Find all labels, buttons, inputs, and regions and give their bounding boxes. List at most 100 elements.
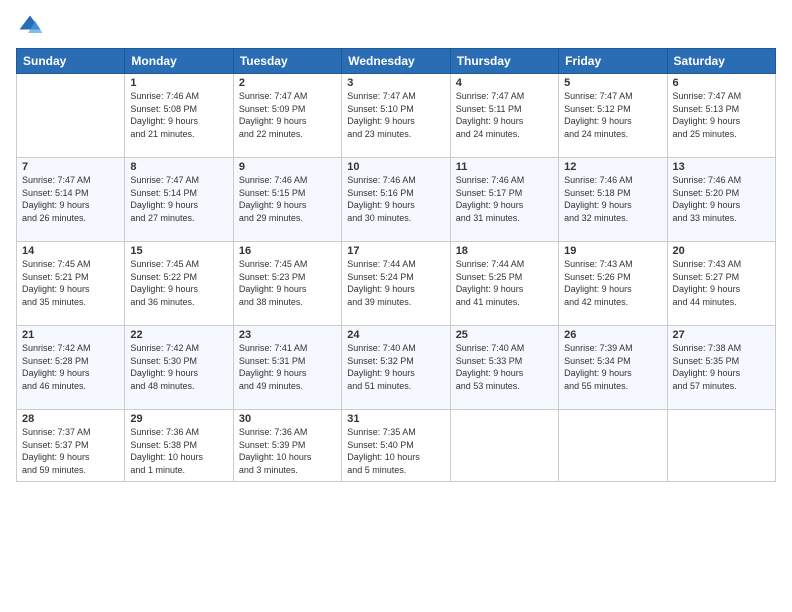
day-number: 28 (22, 413, 119, 425)
day-info: Sunrise: 7:42 AM Sunset: 5:28 PM Dayligh… (22, 342, 119, 392)
calendar-cell: 11Sunrise: 7:46 AM Sunset: 5:17 PM Dayli… (450, 158, 558, 242)
week-row-3: 14Sunrise: 7:45 AM Sunset: 5:21 PM Dayli… (17, 242, 776, 326)
day-number: 27 (673, 329, 770, 341)
day-info: Sunrise: 7:36 AM Sunset: 5:39 PM Dayligh… (239, 426, 336, 476)
day-info: Sunrise: 7:44 AM Sunset: 5:25 PM Dayligh… (456, 258, 553, 308)
day-number: 13 (673, 161, 770, 173)
day-number: 20 (673, 245, 770, 257)
calendar-cell: 15Sunrise: 7:45 AM Sunset: 5:22 PM Dayli… (125, 242, 233, 326)
day-number: 23 (239, 329, 336, 341)
day-number: 8 (130, 161, 227, 173)
calendar-cell: 10Sunrise: 7:46 AM Sunset: 5:16 PM Dayli… (342, 158, 450, 242)
day-info: Sunrise: 7:36 AM Sunset: 5:38 PM Dayligh… (130, 426, 227, 476)
day-number: 25 (456, 329, 553, 341)
day-info: Sunrise: 7:43 AM Sunset: 5:26 PM Dayligh… (564, 258, 661, 308)
day-number: 10 (347, 161, 444, 173)
calendar-cell: 4Sunrise: 7:47 AM Sunset: 5:11 PM Daylig… (450, 74, 558, 158)
logo-icon (16, 12, 44, 40)
day-number: 29 (130, 413, 227, 425)
day-info: Sunrise: 7:46 AM Sunset: 5:15 PM Dayligh… (239, 174, 336, 224)
calendar-cell: 2Sunrise: 7:47 AM Sunset: 5:09 PM Daylig… (233, 74, 341, 158)
calendar-cell: 22Sunrise: 7:42 AM Sunset: 5:30 PM Dayli… (125, 326, 233, 410)
day-info: Sunrise: 7:39 AM Sunset: 5:34 PM Dayligh… (564, 342, 661, 392)
calendar-cell: 21Sunrise: 7:42 AM Sunset: 5:28 PM Dayli… (17, 326, 125, 410)
day-info: Sunrise: 7:46 AM Sunset: 5:18 PM Dayligh… (564, 174, 661, 224)
day-number: 21 (22, 329, 119, 341)
logo (16, 12, 48, 40)
weekday-header-tuesday: Tuesday (233, 49, 341, 74)
calendar-table: SundayMondayTuesdayWednesdayThursdayFrid… (16, 48, 776, 482)
day-number: 1 (130, 77, 227, 89)
calendar-cell (559, 410, 667, 482)
calendar-page: SundayMondayTuesdayWednesdayThursdayFrid… (0, 0, 792, 612)
calendar-cell: 28Sunrise: 7:37 AM Sunset: 5:37 PM Dayli… (17, 410, 125, 482)
weekday-header-thursday: Thursday (450, 49, 558, 74)
day-number: 2 (239, 77, 336, 89)
day-info: Sunrise: 7:47 AM Sunset: 5:12 PM Dayligh… (564, 90, 661, 140)
day-number: 7 (22, 161, 119, 173)
calendar-cell: 24Sunrise: 7:40 AM Sunset: 5:32 PM Dayli… (342, 326, 450, 410)
calendar-cell: 23Sunrise: 7:41 AM Sunset: 5:31 PM Dayli… (233, 326, 341, 410)
day-info: Sunrise: 7:47 AM Sunset: 5:11 PM Dayligh… (456, 90, 553, 140)
calendar-cell: 14Sunrise: 7:45 AM Sunset: 5:21 PM Dayli… (17, 242, 125, 326)
calendar-cell: 30Sunrise: 7:36 AM Sunset: 5:39 PM Dayli… (233, 410, 341, 482)
day-info: Sunrise: 7:42 AM Sunset: 5:30 PM Dayligh… (130, 342, 227, 392)
day-info: Sunrise: 7:40 AM Sunset: 5:32 PM Dayligh… (347, 342, 444, 392)
week-row-1: 1Sunrise: 7:46 AM Sunset: 5:08 PM Daylig… (17, 74, 776, 158)
calendar-cell: 13Sunrise: 7:46 AM Sunset: 5:20 PM Dayli… (667, 158, 775, 242)
day-info: Sunrise: 7:46 AM Sunset: 5:20 PM Dayligh… (673, 174, 770, 224)
weekday-header-monday: Monday (125, 49, 233, 74)
calendar-cell (450, 410, 558, 482)
calendar-cell: 8Sunrise: 7:47 AM Sunset: 5:14 PM Daylig… (125, 158, 233, 242)
calendar-cell: 16Sunrise: 7:45 AM Sunset: 5:23 PM Dayli… (233, 242, 341, 326)
calendar-cell: 27Sunrise: 7:38 AM Sunset: 5:35 PM Dayli… (667, 326, 775, 410)
week-row-4: 21Sunrise: 7:42 AM Sunset: 5:28 PM Dayli… (17, 326, 776, 410)
day-number: 19 (564, 245, 661, 257)
day-number: 26 (564, 329, 661, 341)
calendar-cell: 25Sunrise: 7:40 AM Sunset: 5:33 PM Dayli… (450, 326, 558, 410)
day-info: Sunrise: 7:45 AM Sunset: 5:23 PM Dayligh… (239, 258, 336, 308)
calendar-cell: 26Sunrise: 7:39 AM Sunset: 5:34 PM Dayli… (559, 326, 667, 410)
day-number: 24 (347, 329, 444, 341)
calendar-cell: 18Sunrise: 7:44 AM Sunset: 5:25 PM Dayli… (450, 242, 558, 326)
day-info: Sunrise: 7:47 AM Sunset: 5:14 PM Dayligh… (22, 174, 119, 224)
day-number: 15 (130, 245, 227, 257)
calendar-cell: 5Sunrise: 7:47 AM Sunset: 5:12 PM Daylig… (559, 74, 667, 158)
calendar-cell: 3Sunrise: 7:47 AM Sunset: 5:10 PM Daylig… (342, 74, 450, 158)
calendar-cell: 17Sunrise: 7:44 AM Sunset: 5:24 PM Dayli… (342, 242, 450, 326)
day-info: Sunrise: 7:46 AM Sunset: 5:08 PM Dayligh… (130, 90, 227, 140)
calendar-cell: 6Sunrise: 7:47 AM Sunset: 5:13 PM Daylig… (667, 74, 775, 158)
calendar-cell: 29Sunrise: 7:36 AM Sunset: 5:38 PM Dayli… (125, 410, 233, 482)
week-row-5: 28Sunrise: 7:37 AM Sunset: 5:37 PM Dayli… (17, 410, 776, 482)
weekday-header-wednesday: Wednesday (342, 49, 450, 74)
calendar-cell: 1Sunrise: 7:46 AM Sunset: 5:08 PM Daylig… (125, 74, 233, 158)
day-number: 4 (456, 77, 553, 89)
day-number: 12 (564, 161, 661, 173)
day-info: Sunrise: 7:41 AM Sunset: 5:31 PM Dayligh… (239, 342, 336, 392)
weekday-header-saturday: Saturday (667, 49, 775, 74)
day-info: Sunrise: 7:45 AM Sunset: 5:21 PM Dayligh… (22, 258, 119, 308)
day-info: Sunrise: 7:47 AM Sunset: 5:14 PM Dayligh… (130, 174, 227, 224)
calendar-cell: 12Sunrise: 7:46 AM Sunset: 5:18 PM Dayli… (559, 158, 667, 242)
day-info: Sunrise: 7:45 AM Sunset: 5:22 PM Dayligh… (130, 258, 227, 308)
day-info: Sunrise: 7:47 AM Sunset: 5:10 PM Dayligh… (347, 90, 444, 140)
calendar-cell: 19Sunrise: 7:43 AM Sunset: 5:26 PM Dayli… (559, 242, 667, 326)
weekday-header-friday: Friday (559, 49, 667, 74)
day-number: 5 (564, 77, 661, 89)
calendar-cell: 7Sunrise: 7:47 AM Sunset: 5:14 PM Daylig… (17, 158, 125, 242)
day-info: Sunrise: 7:46 AM Sunset: 5:17 PM Dayligh… (456, 174, 553, 224)
calendar-cell: 20Sunrise: 7:43 AM Sunset: 5:27 PM Dayli… (667, 242, 775, 326)
day-number: 31 (347, 413, 444, 425)
day-number: 11 (456, 161, 553, 173)
day-info: Sunrise: 7:47 AM Sunset: 5:13 PM Dayligh… (673, 90, 770, 140)
day-number: 17 (347, 245, 444, 257)
day-info: Sunrise: 7:43 AM Sunset: 5:27 PM Dayligh… (673, 258, 770, 308)
calendar-cell: 31Sunrise: 7:35 AM Sunset: 5:40 PM Dayli… (342, 410, 450, 482)
weekday-header-sunday: Sunday (17, 49, 125, 74)
day-number: 18 (456, 245, 553, 257)
day-info: Sunrise: 7:46 AM Sunset: 5:16 PM Dayligh… (347, 174, 444, 224)
day-info: Sunrise: 7:40 AM Sunset: 5:33 PM Dayligh… (456, 342, 553, 392)
weekday-header-row: SundayMondayTuesdayWednesdayThursdayFrid… (17, 49, 776, 74)
calendar-cell (17, 74, 125, 158)
day-number: 6 (673, 77, 770, 89)
